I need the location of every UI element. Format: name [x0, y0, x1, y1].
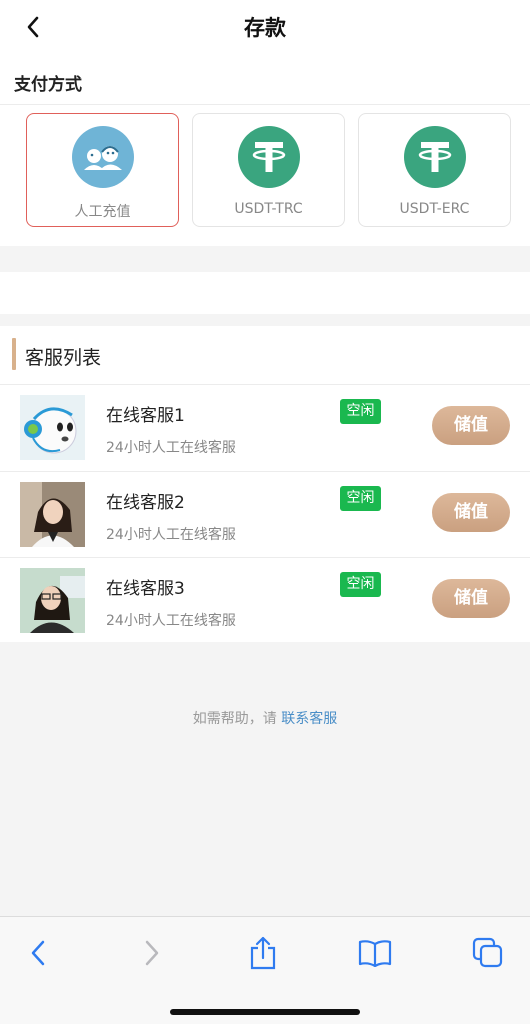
- tether-icon: [404, 126, 466, 188]
- tether-icon: [238, 126, 300, 188]
- share-icon: [250, 936, 276, 970]
- chevron-right-icon: [145, 940, 159, 966]
- help-prefix: 如需帮助，请: [192, 711, 277, 727]
- browser-forward-button[interactable]: [130, 931, 174, 975]
- spacer: [0, 246, 530, 272]
- status-badge: 空闲: [340, 399, 381, 424]
- book-icon: [358, 940, 392, 967]
- agent-avatar: [20, 482, 85, 547]
- customer-service-icon: [72, 126, 134, 188]
- browser-back-button[interactable]: [16, 931, 60, 975]
- page-title: 存款: [244, 16, 286, 40]
- tabs-icon: [472, 937, 503, 968]
- chevron-left-icon: [31, 940, 45, 966]
- contact-support-link[interactable]: 联系客服: [281, 711, 337, 727]
- bookmarks-button[interactable]: [353, 931, 397, 975]
- agent-avatar: [20, 568, 85, 633]
- list-item: 在线客服3 24小时人工在线客服 空闲 储值: [0, 558, 530, 644]
- cs-description: 24小时人工在线客服: [106, 527, 236, 543]
- help-text: 如需帮助，请 联系客服: [0, 708, 530, 728]
- list-item: 在线客服2 24小时人工在线客服 空闲 储值: [0, 472, 530, 558]
- payment-section: 支付方式 人工充值 USDT-TRC USDT-ERC: [0, 56, 530, 246]
- status-badge: 空闲: [340, 572, 381, 597]
- payment-method-usdt-trc[interactable]: USDT-TRC: [192, 113, 345, 227]
- deposit-button[interactable]: 储值: [432, 406, 510, 445]
- section-title: 客服列表: [25, 347, 102, 369]
- share-button[interactable]: [241, 931, 285, 975]
- browser-toolbar: [0, 916, 530, 1024]
- empty-panel: [0, 272, 530, 314]
- payment-label: 支付方式: [14, 75, 82, 95]
- cs-name: 在线客服3: [106, 579, 185, 599]
- payment-method-label: USDT-ERC: [399, 201, 470, 217]
- tabs-button[interactable]: [466, 931, 510, 975]
- payment-method-label: 人工充值: [74, 204, 131, 220]
- status-badge: 空闲: [340, 486, 381, 511]
- payment-method-label: USDT-TRC: [234, 201, 303, 217]
- section-accent-bar: [12, 338, 16, 370]
- deposit-button[interactable]: 储值: [432, 493, 510, 532]
- payment-method-manual[interactable]: 人工充值: [26, 113, 179, 227]
- deposit-button[interactable]: 储值: [432, 579, 510, 618]
- payment-method-usdt-erc[interactable]: USDT-ERC: [358, 113, 511, 227]
- customer-service-section: 客服列表 在线客服1 24小时人工在线客服 空闲 储值 在线客服2 24小时人工…: [0, 326, 530, 642]
- header: 存款: [0, 0, 530, 56]
- cs-name: 在线客服2: [106, 493, 185, 513]
- cs-name: 在线客服1: [106, 406, 185, 426]
- robot-avatar: [20, 395, 85, 460]
- home-indicator: [170, 1009, 360, 1015]
- cs-description: 24小时人工在线客服: [106, 440, 236, 456]
- list-item: 在线客服1 24小时人工在线客服 空闲 储值: [0, 385, 530, 471]
- divider: [0, 104, 530, 105]
- cs-description: 24小时人工在线客服: [106, 613, 236, 629]
